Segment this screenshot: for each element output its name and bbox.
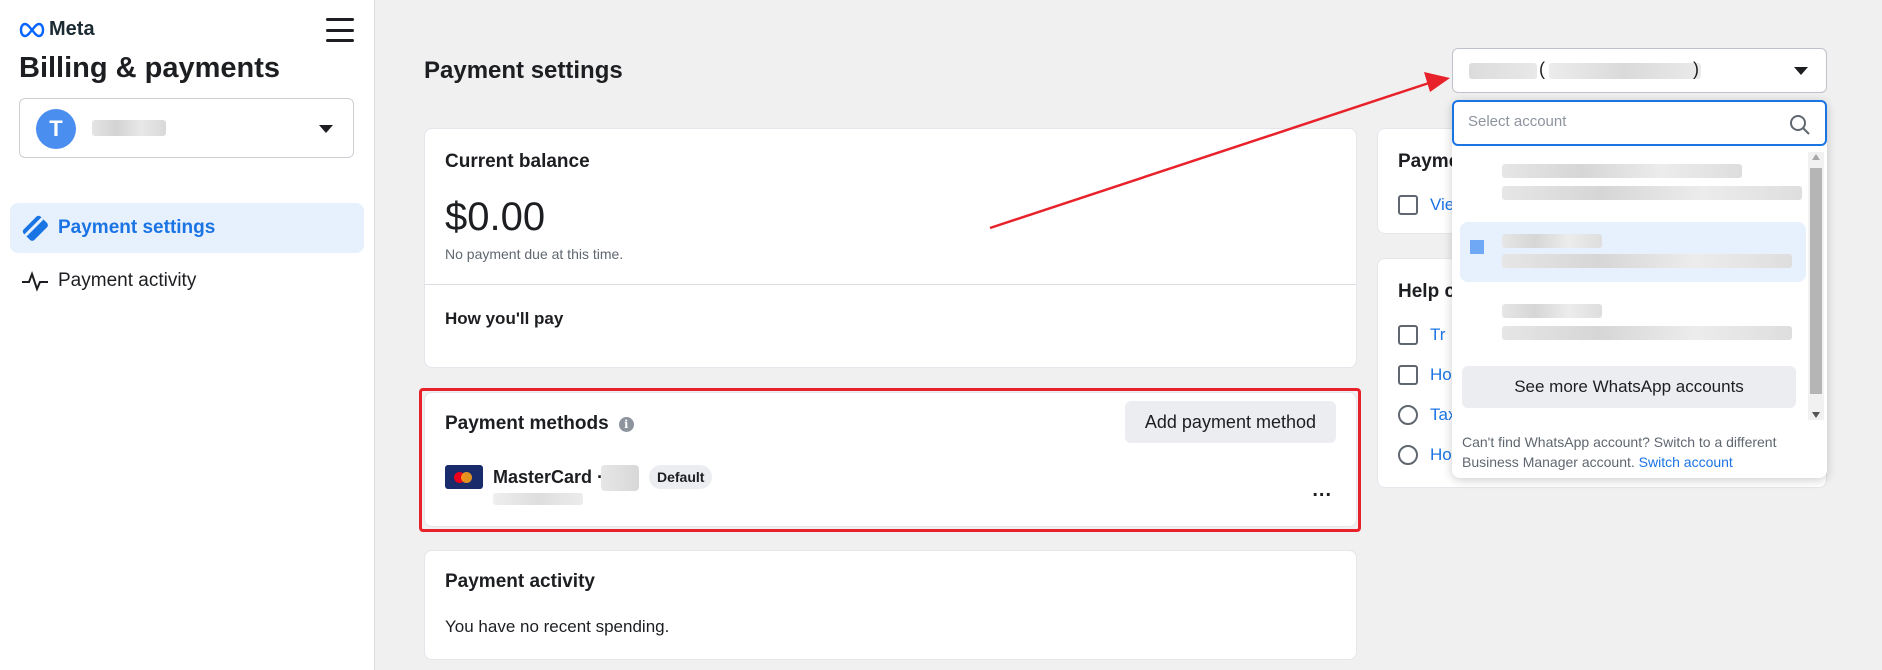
help-title: Help c bbox=[1398, 281, 1456, 302]
globe-icon bbox=[1398, 445, 1418, 465]
meta-infinity-icon bbox=[19, 22, 45, 37]
account-option[interactable] bbox=[1460, 152, 1806, 212]
payment-activity-title: Payment activity bbox=[445, 571, 595, 592]
see-more-whatsapp-accounts-button[interactable]: See more WhatsApp accounts bbox=[1462, 366, 1796, 408]
card-icon bbox=[22, 215, 48, 241]
balance-amount: $0.00 bbox=[445, 195, 546, 239]
account-name-redacted bbox=[92, 120, 166, 136]
hand-icon bbox=[1398, 365, 1418, 385]
view-link-label: Vie bbox=[1430, 195, 1455, 214]
help-link-1[interactable]: Tr bbox=[1398, 325, 1445, 345]
sidebar-item-label: Payment settings bbox=[58, 217, 216, 238]
scroll-thumb[interactable] bbox=[1810, 168, 1822, 394]
sidebar-title: Billing & payments bbox=[19, 52, 281, 84]
annotation-highlight-box bbox=[419, 388, 1361, 532]
receipt-icon bbox=[1398, 195, 1418, 215]
chevron-down-icon bbox=[1794, 67, 1808, 75]
current-balance-card: Current balance $0.00 No payment due at … bbox=[424, 128, 1357, 368]
switch-account-link[interactable]: Switch account bbox=[1639, 454, 1733, 470]
balance-note: No payment due at this time. bbox=[445, 246, 624, 262]
scrollbar[interactable] bbox=[1808, 152, 1824, 420]
scroll-down-arrow-icon[interactable] bbox=[1812, 412, 1820, 418]
help-link-4[interactable]: Ho bbox=[1398, 445, 1452, 465]
close-paren: ) bbox=[1693, 59, 1699, 79]
help-link-2[interactable]: Ho bbox=[1398, 365, 1452, 385]
help-link-label: Tr bbox=[1430, 325, 1446, 344]
account-option-selected[interactable] bbox=[1460, 222, 1806, 282]
selected-indicator bbox=[1470, 240, 1484, 254]
view-link[interactable]: Vie bbox=[1398, 195, 1454, 215]
account-id-redacted bbox=[1549, 63, 1701, 79]
info-circle-icon bbox=[1398, 405, 1418, 425]
menu-icon[interactable] bbox=[326, 18, 354, 42]
cant-find-account-note: Can't find WhatsApp account? Switch to a… bbox=[1462, 432, 1817, 472]
help-link-label: Ho bbox=[1430, 445, 1452, 464]
business-account-selector[interactable]: T bbox=[19, 98, 354, 158]
help-link-3[interactable]: Tax bbox=[1398, 405, 1456, 425]
sidebar-item-payment-activity[interactable]: Payment activity bbox=[10, 256, 364, 306]
page-title: Payment settings bbox=[424, 57, 623, 84]
tools-icon bbox=[1398, 325, 1418, 345]
sidebar: Meta Billing & payments T Payment settin… bbox=[0, 0, 375, 670]
account-search-input[interactable] bbox=[1468, 113, 1768, 130]
payment-account-title: Payme bbox=[1398, 151, 1460, 172]
whatsapp-account-selector[interactable]: ( ) bbox=[1452, 48, 1827, 93]
account-search-box[interactable] bbox=[1452, 100, 1827, 146]
meta-logo[interactable]: Meta bbox=[19, 18, 95, 41]
sidebar-item-payment-settings[interactable]: Payment settings bbox=[10, 203, 364, 253]
payment-activity-card: Payment activity You have no recent spen… bbox=[424, 550, 1357, 660]
help-link-label: Ho bbox=[1430, 365, 1452, 384]
account-name-redacted bbox=[1469, 63, 1537, 79]
balance-title: Current balance bbox=[445, 151, 590, 172]
avatar: T bbox=[36, 109, 76, 149]
how-youll-pay-heading: How you'll pay bbox=[445, 309, 564, 328]
divider bbox=[425, 284, 1356, 285]
payment-activity-note: You have no recent spending. bbox=[445, 617, 670, 636]
sidebar-item-label: Payment activity bbox=[58, 270, 197, 291]
chevron-down-icon bbox=[319, 125, 333, 133]
search-icon bbox=[1790, 115, 1810, 135]
open-paren: ( bbox=[1539, 59, 1545, 79]
account-dropdown: See more WhatsApp accounts Can't find Wh… bbox=[1452, 100, 1827, 478]
activity-icon bbox=[22, 271, 48, 292]
account-option[interactable] bbox=[1460, 292, 1806, 352]
scroll-up-arrow-icon[interactable] bbox=[1812, 154, 1820, 160]
meta-logo-text: Meta bbox=[49, 18, 95, 40]
